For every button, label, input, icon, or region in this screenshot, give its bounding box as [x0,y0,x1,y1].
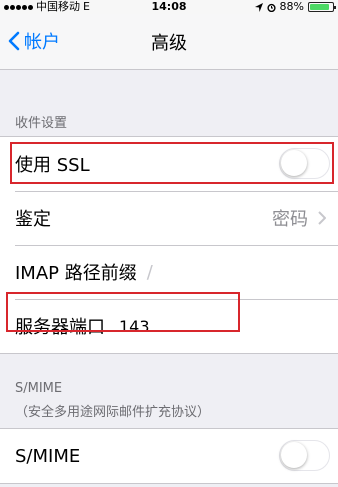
auth-label: 鉴定 [15,209,51,230]
chevron-right-icon [318,211,326,225]
smime-row: S/MIME [0,429,338,483]
smime-label: S/MIME [15,445,81,467]
imap-prefix-input[interactable]: / [147,262,153,283]
imap-prefix-row[interactable]: IMAP 路径前缀 / [0,245,338,299]
smime-section-header: S/MIME [15,381,63,396]
smime-toggle[interactable] [279,440,330,471]
status-bar: 中国移动 E 14:08 88% [0,0,338,14]
imap-prefix-label: IMAP 路径前缀 [15,263,137,284]
server-port-label: 服务器端口 [15,317,105,338]
battery-fill [310,4,330,10]
smime-toggle-knob [281,442,307,468]
smime-group: S/MIME [0,428,338,484]
page-title: 高级 [151,33,187,54]
status-right: 88% [254,0,336,14]
incoming-section-header: 收件设置 [15,116,68,131]
auth-row[interactable]: 鉴定 密码 [0,191,338,245]
battery-percent: 88% [279,0,304,13]
smime-section-subheader: （安全多用途网际邮件扩充协议） [15,405,211,420]
location-icon [254,2,263,12]
navigation-bar: 帐户 高级 [0,14,338,70]
auth-value: 密码 [272,209,308,230]
alarm-icon [266,3,276,12]
server-port-row[interactable]: 服务器端口 143 [0,299,338,353]
incoming-settings-group: 使用 SSL 鉴定 密码 IMAP 路径前缀 / 服务器端口 143 [0,136,338,354]
server-port-input[interactable]: 143 [119,317,150,336]
ssl-label: 使用 SSL [15,155,90,176]
ssl-toggle-knob [281,150,307,176]
ssl-toggle[interactable] [279,148,330,179]
battery-icon [308,2,336,12]
ssl-row: 使用 SSL [0,137,338,191]
